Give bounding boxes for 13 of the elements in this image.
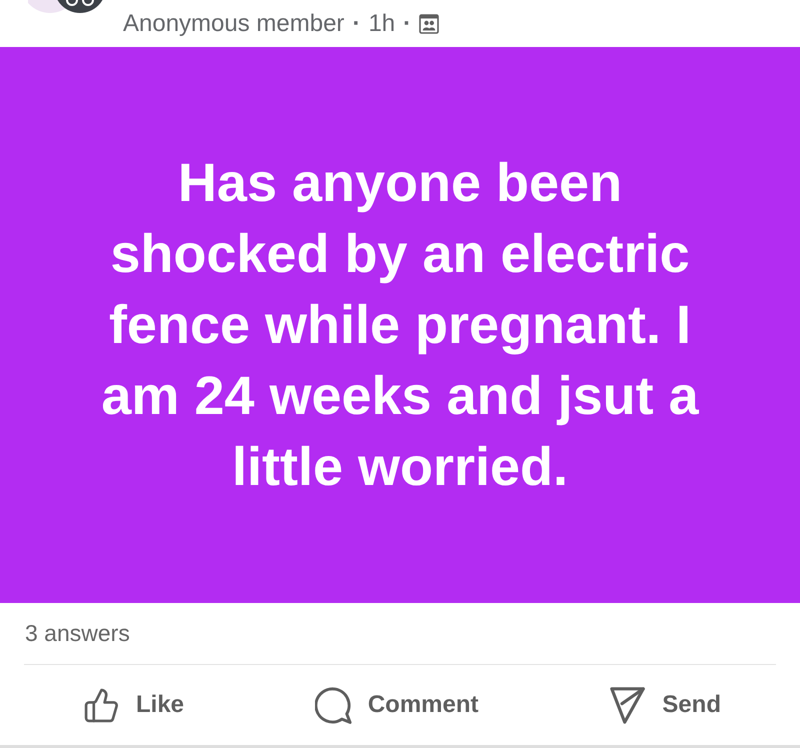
separator-dot: · (403, 10, 412, 38)
send-button[interactable]: Send (609, 686, 721, 724)
post-time: 1h (368, 10, 396, 38)
answers-count[interactable]: 3 answers (25, 620, 130, 647)
post-text: Has anyone been shocked by an electric fence while pregnant. I am 24 weeks and jsut a little worried. (100, 152, 700, 498)
like-button[interactable]: Like (83, 686, 184, 724)
comment-button[interactable]: Comment (314, 686, 478, 724)
thumbs-up-icon (83, 686, 120, 724)
separator-dot: · (352, 10, 360, 38)
paper-plane-icon (609, 686, 646, 724)
author-name: Anonymous member (123, 10, 344, 38)
group-icon (419, 14, 440, 34)
speech-bubble-icon (314, 686, 352, 724)
